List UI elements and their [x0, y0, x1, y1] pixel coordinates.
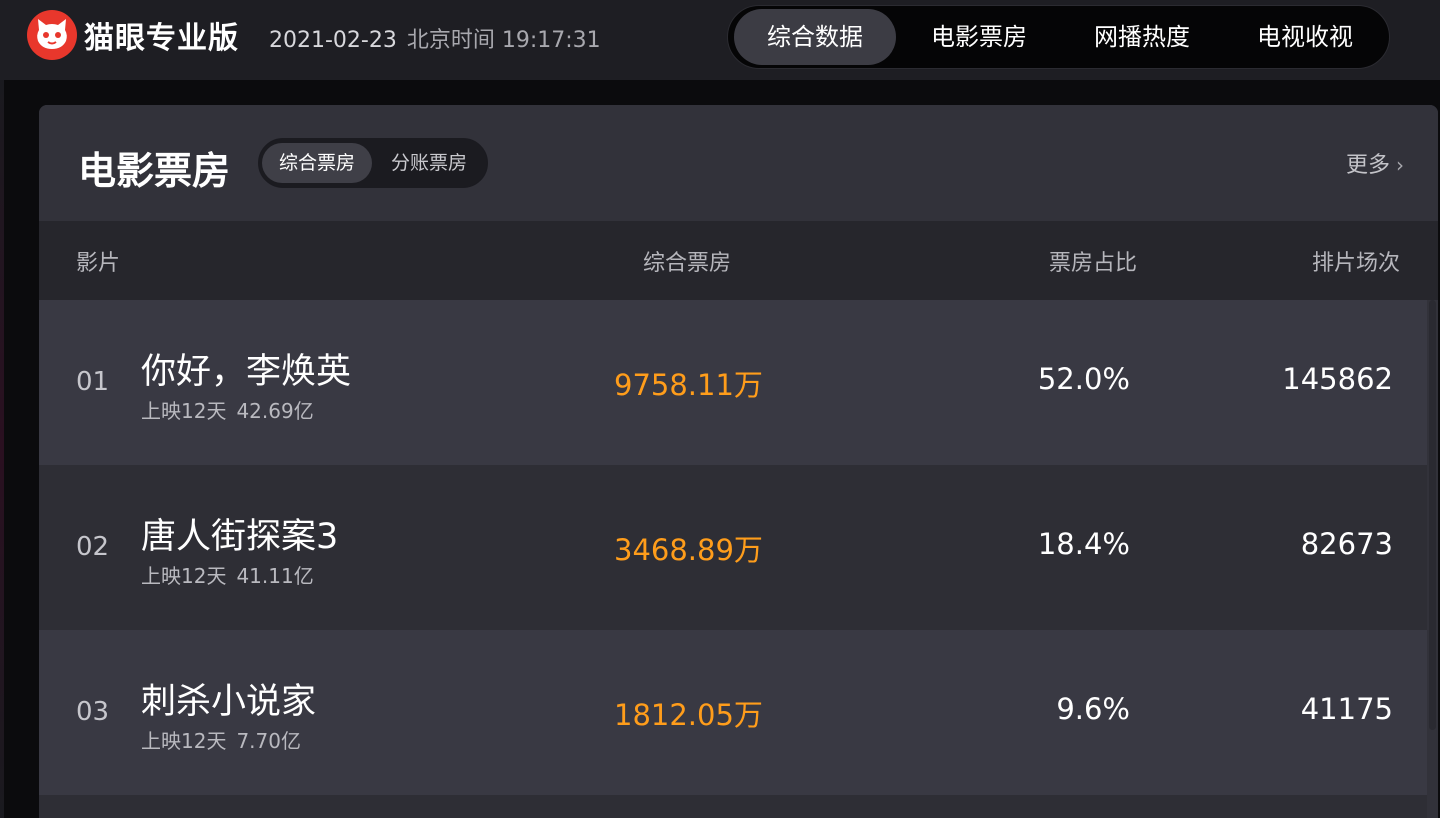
table-header: 影片 综合票房 票房占比 排片场次: [39, 221, 1438, 300]
screenings-count: 82673: [1300, 527, 1393, 561]
beijing-time: 北京时间 19:17:31: [406, 28, 601, 53]
box-office-panel: 电影票房 综合票房 分账票房 更多 › 影片 综合票房 票房占比 排片场次 01 …: [39, 105, 1438, 818]
chevron-right-icon: ›: [1396, 153, 1404, 177]
total-gross: 7.70亿: [236, 729, 301, 753]
total-gross: 41.11亿: [236, 564, 314, 588]
current-date: 2021-02-23: [269, 28, 397, 53]
segment-combined-box-office[interactable]: 综合票房: [262, 143, 372, 183]
rank: 01: [76, 367, 110, 397]
tab-overview[interactable]: 综合数据: [734, 9, 896, 65]
more-link[interactable]: 更多 ›: [1346, 147, 1404, 179]
datetime: 2021-02-23 北京时间 19:17:31: [269, 22, 601, 54]
column-combined-box-office: 综合票房: [643, 251, 732, 276]
box-office-share: 52.0%: [1037, 362, 1130, 396]
more-label: 更多: [1345, 153, 1390, 178]
film-meta: 上映12天 42.69亿: [141, 395, 314, 424]
film-title: 刺杀小说家: [141, 682, 317, 722]
panel-title: 电影票房: [78, 149, 231, 193]
table-row-partial[interactable]: [39, 795, 1427, 818]
days-in-release: 上映12天: [141, 729, 227, 753]
brand-name: 猫眼专业版: [84, 21, 239, 56]
rank: 02: [76, 532, 110, 562]
days-in-release: 上映12天: [141, 564, 227, 588]
table-row[interactable]: 01 你好，李焕英 上映12天 42.69亿 9758.11万 52.0% 145…: [39, 300, 1427, 465]
maoyan-logo-icon[interactable]: [27, 10, 77, 60]
table-row[interactable]: 02 唐人街探案3 上映12天 41.11亿 3468.89万 18.4% 826…: [39, 465, 1427, 630]
film-meta: 上映12天 7.70亿: [141, 725, 301, 754]
box-office-share: 18.4%: [1037, 527, 1130, 561]
screenings-count: 41175: [1300, 692, 1393, 726]
combined-box-office: 9758.11万: [614, 368, 763, 402]
box-office-share: 9.6%: [1056, 692, 1130, 726]
top-bar: 猫眼专业版 2021-02-23 北京时间 19:17:31 综合数据 电影票房 …: [0, 0, 1440, 80]
tab-tv-ratings[interactable]: 电视收视: [1224, 9, 1386, 65]
tab-web-heat[interactable]: 网播热度: [1061, 9, 1223, 65]
column-film: 影片: [76, 251, 121, 276]
days-in-release: 上映12天: [141, 399, 227, 423]
tab-box-office[interactable]: 电影票房: [898, 9, 1060, 65]
window-edge: [0, 80, 4, 818]
combined-box-office: 3468.89万: [614, 533, 763, 567]
screenings-count: 145862: [1282, 362, 1393, 396]
total-gross: 42.69亿: [236, 399, 314, 423]
box-office-type-switch: 综合票房 分账票房: [258, 138, 488, 188]
column-share: 票房占比: [1048, 251, 1137, 276]
rank: 03: [76, 697, 110, 727]
main-nav: 综合数据 电影票房 网播热度 电视收视: [727, 5, 1390, 69]
segment-split-box-office[interactable]: 分账票房: [374, 143, 484, 183]
combined-box-office: 1812.05万: [614, 698, 763, 732]
film-title: 唐人街探案3: [141, 517, 339, 557]
panel-header: 电影票房 综合票房 分账票房 更多 ›: [39, 105, 1438, 221]
film-title: 你好，李焕英: [141, 352, 352, 392]
scrollbar[interactable]: [1429, 300, 1436, 730]
film-meta: 上映12天 41.11亿: [141, 560, 314, 589]
table-row[interactable]: 03 刺杀小说家 上映12天 7.70亿 1812.05万 9.6% 41175: [39, 630, 1427, 795]
column-screenings: 排片场次: [1311, 251, 1400, 276]
